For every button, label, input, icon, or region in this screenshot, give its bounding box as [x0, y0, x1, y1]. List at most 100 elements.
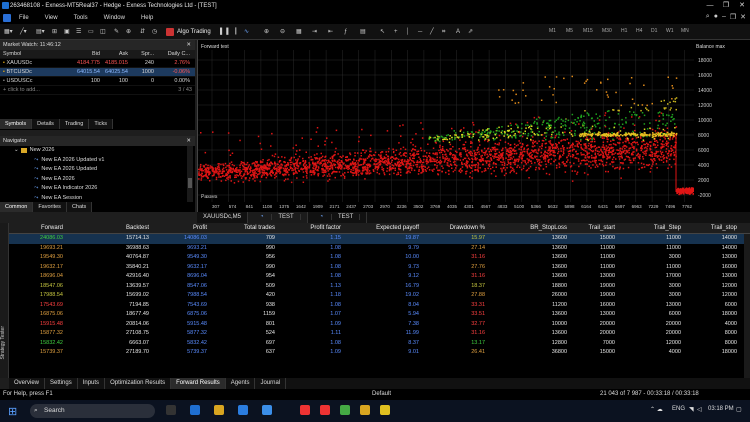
clock[interactable]: 03:18 PM	[708, 406, 734, 412]
add-symbol-row[interactable]: + click to add... 3 / 43	[0, 86, 195, 95]
language-indicator[interactable]: ENG	[672, 406, 685, 412]
table-row[interactable]: 18547.06 13639.57 8547.06 509 1.13 16.79 18.37…	[9, 282, 750, 292]
tab-favorites[interactable]: Favorites	[33, 202, 67, 212]
zoom-out-icon[interactable]: ⊖	[280, 27, 285, 37]
windows-start-icon[interactable]: ⊞	[8, 405, 17, 418]
table-row[interactable]: 17543.69 7194.85 7543.69 938 1.08 8.04 33.31 11…	[9, 301, 750, 311]
col-backtest[interactable]: Backtest	[65, 223, 149, 234]
symbol-row[interactable]: ▪ XAUUSDc 4184.775 4185.015 240 2.76%	[0, 59, 195, 68]
tab-ticks[interactable]: Ticks	[89, 119, 113, 129]
tab-trading[interactable]: Trading	[59, 119, 90, 129]
tester-icon[interactable]: ◫	[100, 27, 106, 37]
col-profit[interactable]: Profit	[151, 223, 207, 234]
tab-forward-results[interactable]: Forward Results	[171, 378, 226, 389]
network-icon[interactable]: ◥	[689, 406, 694, 413]
shapes-icon[interactable]: ⌗	[442, 27, 445, 37]
table-row[interactable]: 17988.54 15699.02 7988.54 420 1.18 19.02 27.88…	[9, 291, 750, 301]
tab-chart-test-2[interactable]: ◔ TEST	[308, 212, 368, 223]
tab-chart-test[interactable]: ◔ TEST	[248, 212, 308, 223]
table-row[interactable]: 24086.03 15714.13 14086.03 709 1.15 19.87 15.9…	[9, 234, 750, 244]
tab-chart-xauusd[interactable]: XAUUSDc,M5	[197, 212, 249, 223]
bar-chart-icon[interactable]: ▌▐	[220, 27, 229, 37]
table-row[interactable]: 15739.37 27189.70 5739.37 637 1.09 9.01 26.41 3…	[9, 348, 750, 358]
close-icon[interactable]: ✕	[186, 40, 191, 50]
taskbar-search[interactable]: ⌕ Search	[30, 404, 155, 418]
timeframe-m15[interactable]: M15	[583, 28, 593, 34]
tab-journal[interactable]: Journal	[255, 378, 287, 389]
close-icon[interactable]: ✕	[186, 136, 191, 146]
table-row[interactable]: 15832.42 6663.07 5832.42 697 1.08 8.37 13.17 12…	[9, 339, 750, 349]
tab-details[interactable]: Details	[32, 119, 60, 129]
indicators-icon[interactable]: ƒ	[344, 27, 347, 37]
candle-chart-icon[interactable]: ┃	[234, 27, 238, 37]
one-click-icon[interactable]: ✎	[114, 27, 119, 37]
text-icon[interactable]: A	[456, 27, 460, 37]
profiles-icon[interactable]: ▤▾	[36, 27, 45, 37]
app-icon[interactable]	[340, 405, 350, 415]
notification-icon[interactable]: ▢	[736, 406, 742, 413]
tab-common[interactable]: Common	[0, 202, 34, 212]
terminal-icon[interactable]: ▭	[88, 27, 94, 37]
col-expected-payoff[interactable]: Expected payoff	[343, 223, 419, 234]
new-order-icon[interactable]: ⊕	[126, 27, 131, 37]
timeframe-h4[interactable]: H4	[636, 28, 642, 34]
timeframe-mn[interactable]: MN	[681, 28, 689, 34]
scroll-icon[interactable]: ⇥	[312, 27, 317, 37]
scroll-thumb[interactable]	[188, 178, 192, 188]
table-row[interactable]: 15915.48 20814.06 5915.48 801 1.09 7.38 32.77 1…	[9, 320, 750, 330]
search-icon[interactable]: ⌕	[706, 13, 710, 21]
tab-overview[interactable]: Overview	[9, 378, 46, 389]
cursor-icon[interactable]: ↖	[380, 27, 385, 37]
shift-icon[interactable]: ⇤	[328, 27, 333, 37]
col-trail-start[interactable]: Trail_start	[569, 223, 615, 234]
new-chart-icon[interactable]: ▦▾	[4, 27, 13, 37]
results-scrollbar[interactable]	[744, 234, 750, 378]
arrows-icon[interactable]: ⇗	[468, 27, 473, 37]
tab-settings[interactable]: Settings	[45, 378, 78, 389]
tab-inputs[interactable]: Inputs	[78, 378, 106, 389]
collapse-icon[interactable]: ⌄	[14, 146, 19, 156]
menu-tools[interactable]: Tools	[66, 15, 96, 21]
optimization-chart[interactable]: Forward test Balance max Passes 18000 160…	[197, 40, 750, 212]
vline-icon[interactable]: │	[406, 27, 410, 37]
nav-item-ea[interactable]: ⤳ New EA Indicator 2026	[0, 184, 195, 194]
timeframe-w1[interactable]: W1	[666, 28, 674, 34]
zoom-in-icon[interactable]: ⊕	[264, 27, 269, 37]
symbol-row[interactable]: ▪ USDUSCc 100 100 0 0.00%	[0, 77, 195, 86]
trendline-icon[interactable]: ╱	[430, 27, 434, 37]
col-drawdown[interactable]: Drawdown %	[421, 223, 485, 234]
app-icon[interactable]	[360, 405, 370, 415]
app-icon[interactable]	[380, 405, 390, 415]
tray-icons[interactable]: ⌃ ☁	[650, 406, 663, 413]
col-br-stoploss[interactable]: BR_StopLoss	[487, 223, 567, 234]
grid-icon[interactable]: ▦	[296, 27, 302, 37]
table-row[interactable]: 19549.30 40764.87 9549.30 956 1.08 10.00 31.16…	[9, 253, 750, 263]
table-row[interactable]: 15877.32 27108.75 5877.32 524 1.11 11.99 31.16…	[9, 329, 750, 339]
col-profit-factor[interactable]: Profit factor	[277, 223, 341, 234]
col-spread[interactable]: Spr...	[128, 51, 154, 57]
menu-file[interactable]: File	[11, 15, 37, 21]
history-icon[interactable]: ◷	[152, 27, 157, 37]
menu-window[interactable]: Window	[96, 15, 133, 21]
col-forward[interactable]: Forward	[9, 223, 63, 234]
chart-restore-icon[interactable]: ❐	[730, 13, 736, 21]
col-total-trades[interactable]: Total trades	[209, 223, 275, 234]
tab-agents[interactable]: Agents	[226, 378, 256, 389]
edge-icon[interactable]	[190, 405, 200, 415]
minimize-button[interactable]: —	[702, 0, 718, 12]
market-watch-icon[interactable]: ⊞	[52, 27, 57, 37]
nav-item-ea[interactable]: ⤳ New EA 2026 Updated	[0, 165, 195, 175]
nav-item-ea[interactable]: ⤳ New EA 2026 Updated v1	[0, 156, 195, 166]
menu-help[interactable]: Help	[133, 15, 161, 21]
tab-symbols[interactable]: Symbols	[0, 119, 33, 129]
timeframe-m30[interactable]: M30	[602, 28, 612, 34]
templates-icon[interactable]: ▤	[360, 27, 366, 37]
col-daily-change[interactable]: Daily C...	[154, 51, 190, 57]
timeframe-d1[interactable]: D1	[651, 28, 657, 34]
maximize-button[interactable]: ❐	[718, 0, 734, 12]
nav-folder[interactable]: ⌄ New 2026	[0, 146, 195, 156]
tab-optimization-results[interactable]: Optimization Results	[105, 378, 172, 389]
algo-trading-button[interactable]: Algo Trading	[166, 26, 211, 38]
file-explorer-icon[interactable]	[214, 405, 224, 415]
user-icon[interactable]: ●	[714, 13, 718, 21]
